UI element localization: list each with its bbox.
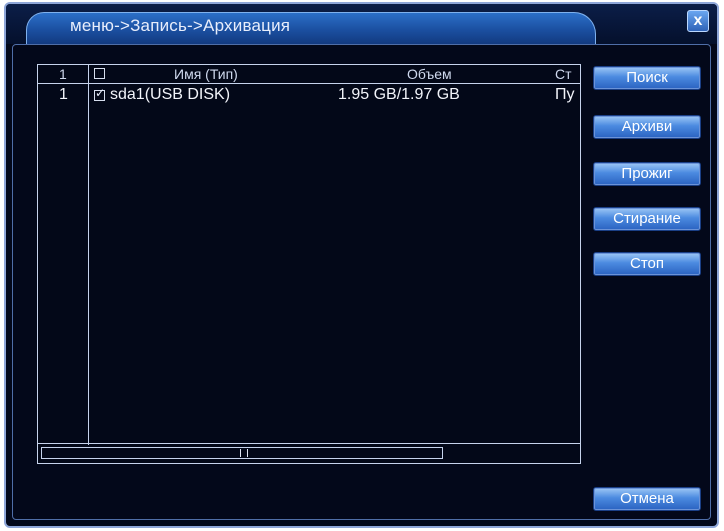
breadcrumb: меню->Запись->Архивация: [70, 16, 291, 35]
header-name: Имя (Тип): [174, 66, 238, 82]
list-header: 1 Имя (Тип) Объем Ст: [38, 65, 580, 84]
row-status: Пу: [555, 86, 575, 103]
horizontal-scrollbar[interactable]: [38, 443, 580, 463]
row-name: sda1(USB DISK): [110, 86, 231, 103]
header-index: 1: [59, 66, 67, 82]
column-divider: [88, 65, 89, 445]
archive-dialog: меню->Запись->Архивация x 1 Имя (Тип) Об…: [4, 2, 719, 528]
row-capacity: 1.95 GB/1.97 GB: [338, 86, 460, 103]
search-button[interactable]: Поиск: [593, 66, 701, 90]
header-capacity: Объем: [407, 66, 452, 82]
cancel-button[interactable]: Отмена: [593, 487, 701, 511]
close-icon: x: [693, 12, 703, 29]
header-status: Ст: [555, 66, 572, 82]
close-button[interactable]: x: [687, 10, 709, 32]
row-index: 1: [59, 86, 68, 103]
archive-button[interactable]: Архиви: [593, 115, 701, 139]
row-checkbox[interactable]: [94, 86, 105, 101]
burn-button[interactable]: Прожиг: [593, 162, 701, 186]
erase-button[interactable]: Стирание: [593, 207, 701, 231]
scroll-grip-icon: [240, 449, 248, 457]
scrollbar-thumb[interactable]: [41, 447, 443, 459]
stop-button[interactable]: Стоп: [593, 252, 701, 276]
disk-list: 1 Имя (Тип) Объем Ст 1 sda1(USB DISK) 1.…: [37, 64, 581, 464]
select-all-checkbox[interactable]: [94, 68, 105, 79]
